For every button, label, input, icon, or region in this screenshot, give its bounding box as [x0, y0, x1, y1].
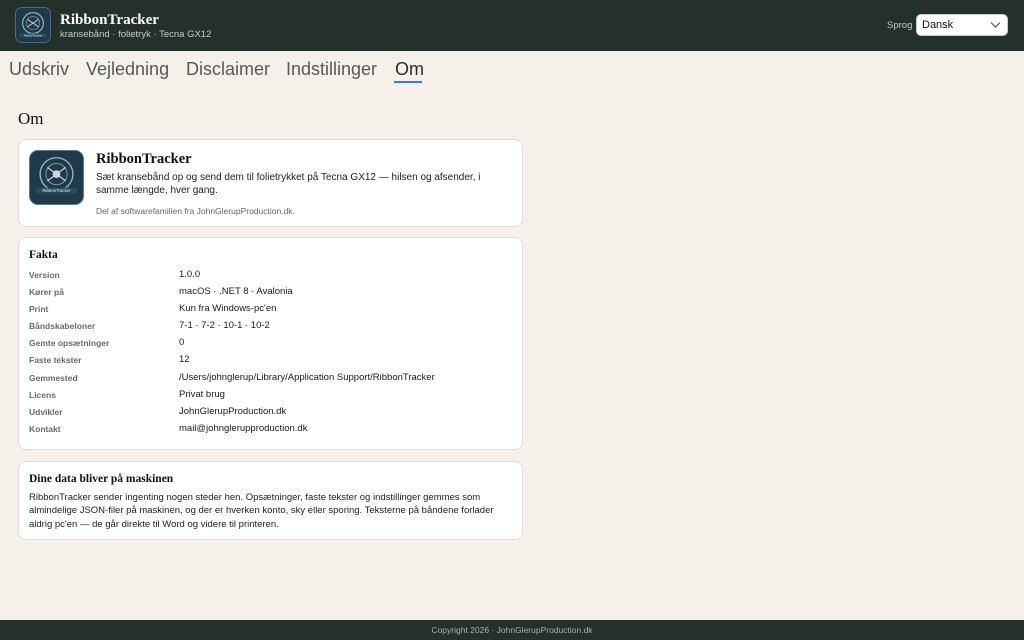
- fact-row-templates: Båndskabeloner 7-1 · 7-2 · 10-1 · 10-2: [29, 319, 509, 336]
- fact-value: Privat brug: [179, 388, 225, 400]
- fact-label: Kontakt: [29, 423, 61, 434]
- fact-label: Udvikler: [29, 406, 63, 417]
- about-card: RibbonTracker RibbonTracker Sæt kransebå…: [18, 139, 523, 227]
- fact-label: Gemmested: [29, 372, 78, 383]
- app-header: RibbonTracker RibbonTracker kransebånd ·…: [0, 0, 1024, 51]
- fact-row-platform: Kører på macOS · .NET 8 · Avalonia: [29, 285, 509, 302]
- fact-value: Kun fra Windows-pc'en: [179, 303, 277, 315]
- tab-om[interactable]: Om: [395, 58, 424, 80]
- fact-label: Båndskabeloner: [29, 321, 96, 332]
- fact-label: Version: [29, 270, 60, 280]
- fact-value: mail@johnglerupproduction.dk: [179, 422, 308, 434]
- tab-bar: Udskriv Vejledning Disclaimer Indstillin…: [0, 51, 1024, 87]
- fact-row-fixed-texts: Faste tekster 12: [29, 353, 509, 370]
- facts-card: Fakta Version 1.0.0 Kører på macOS · .NE…: [18, 237, 523, 450]
- active-tab-indicator: [394, 81, 422, 83]
- fact-row-storage: Gemmested /Users/johnglerup/Library/Appl…: [29, 371, 509, 388]
- fact-value: 1.0.0: [179, 269, 201, 280]
- fact-value: JohnGlerupProduction.dk: [179, 405, 287, 417]
- facts-title: Fakta: [29, 249, 58, 261]
- tab-indstillinger[interactable]: Indstillinger: [286, 58, 377, 80]
- about-title: RibbonTracker: [96, 151, 192, 167]
- fact-row-license: Licens Privat brug: [29, 388, 509, 405]
- tab-vejledning[interactable]: Vejledning: [86, 58, 169, 80]
- app-logo-icon: RibbonTracker: [15, 7, 51, 43]
- page-title: Om: [18, 109, 44, 128]
- fact-label: Faste tekster: [29, 355, 82, 366]
- fact-value: macOS · .NET 8 · Avalonia: [179, 286, 293, 298]
- about-description: Sæt kransebånd op og send dem til foliet…: [96, 172, 481, 196]
- fact-label: Licens: [29, 389, 56, 400]
- language-label: Sprog: [887, 20, 913, 31]
- tab-udskriv[interactable]: Udskriv: [9, 58, 69, 80]
- logo-text: RibbonTracker: [42, 188, 71, 193]
- chevron-down-icon: [990, 22, 1001, 28]
- fact-label: Print: [29, 304, 49, 315]
- facts-list: Version 1.0.0 Kører på macOS · .NET 8 · …: [29, 268, 509, 439]
- tab-disclaimer[interactable]: Disclaimer: [186, 58, 270, 80]
- fact-row-print: Print Kun fra Windows-pc'en: [29, 302, 509, 319]
- fact-label: Kører på: [29, 287, 64, 298]
- fact-label: Gemte opsætninger: [29, 338, 110, 349]
- language-select[interactable]: Dansk: [916, 14, 1008, 36]
- privacy-title: Dine data bliver på maskinen: [29, 473, 174, 485]
- fact-row-contact: Kontakt mail@johnglerupproduction.dk: [29, 422, 509, 439]
- privacy-text: RibbonTracker sender ingenting nogen ste…: [29, 492, 494, 530]
- about-note: Del af softwarefamilien fra JohnGlerupPr…: [96, 206, 295, 216]
- logo-text: RibbonTracker: [24, 34, 43, 38]
- copyright-text: Copyright 2026 · JohnGlerupProduction.dk: [431, 625, 593, 635]
- fact-row-version: Version 1.0.0: [29, 268, 509, 285]
- fact-value: /Users/johnglerup/Library/Application Su…: [179, 371, 435, 383]
- app-footer: Copyright 2026 · JohnGlerupProduction.dk: [0, 620, 1024, 640]
- fact-value: 0: [179, 337, 185, 349]
- app-logo-large-icon: RibbonTracker: [29, 150, 84, 205]
- app-subtitle: kransebånd · folietryk · Tecna GX12: [60, 29, 212, 40]
- fact-value: 12: [179, 354, 190, 366]
- fact-value: 7-1 · 7-2 · 10-1 · 10-2: [179, 320, 270, 332]
- app-title: RibbonTracker: [60, 12, 159, 28]
- language-select-value: Dansk: [922, 19, 954, 31]
- privacy-card: Dine data bliver på maskinen RibbonTrack…: [18, 461, 523, 540]
- fact-row-saved-setups: Gemte opsætninger 0: [29, 336, 509, 353]
- fact-row-developer: Udvikler JohnGlerupProduction.dk: [29, 405, 509, 422]
